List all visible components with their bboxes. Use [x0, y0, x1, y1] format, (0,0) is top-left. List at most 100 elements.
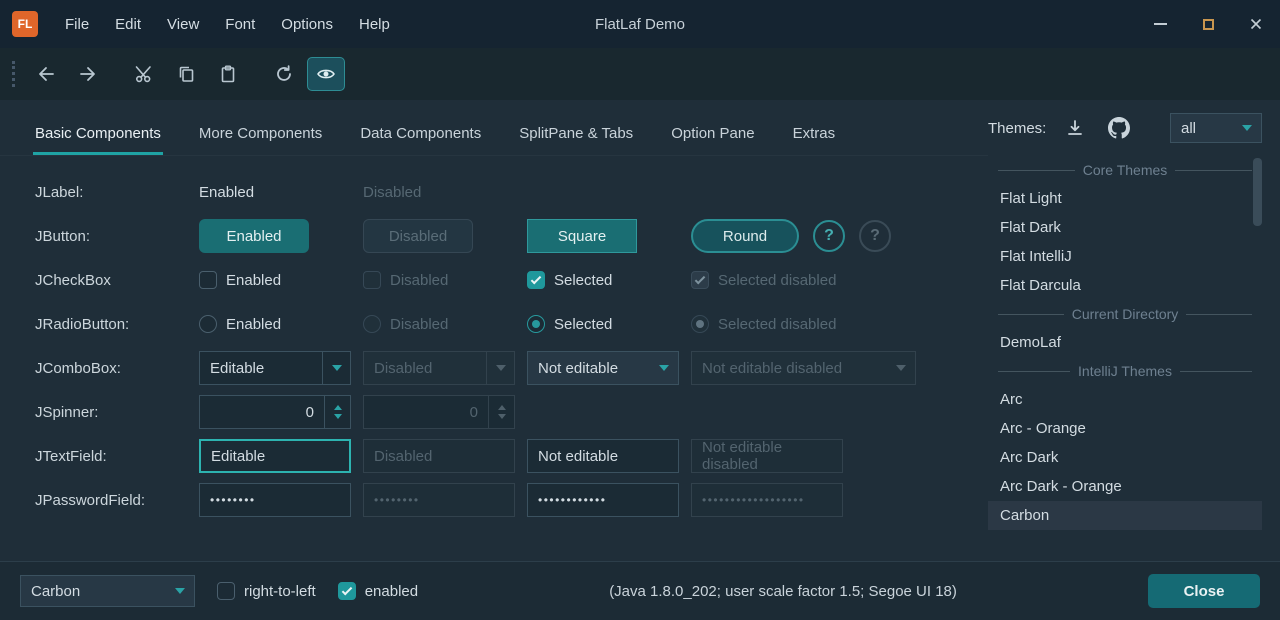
checkbox-icon	[199, 271, 217, 289]
minimize-button[interactable]	[1136, 0, 1184, 48]
combobox-value[interactable]: Editable	[200, 360, 322, 377]
cut-button[interactable]	[125, 57, 163, 91]
radio-selected[interactable]: Selected	[527, 315, 612, 333]
theme-item-arc[interactable]: Arc	[988, 385, 1262, 414]
tab-splitpane-tabs[interactable]: SplitPane & Tabs	[517, 111, 635, 155]
radio-selected-icon	[527, 315, 545, 333]
paste-button[interactable]	[209, 57, 247, 91]
jcheckbox-row-label: JCheckBox	[35, 272, 199, 289]
check-icon	[341, 584, 352, 595]
jbutton-round-button[interactable]: Round	[691, 219, 799, 253]
menu-options[interactable]: Options	[268, 0, 346, 48]
combobox-arrow-button[interactable]	[322, 352, 350, 384]
theme-item-flat-darcula[interactable]: Flat Darcula	[988, 271, 1262, 300]
combobox-arrow-button[interactable]	[1233, 114, 1261, 142]
chevron-down-icon	[175, 588, 185, 594]
jbutton-help-button[interactable]: ?	[813, 220, 845, 252]
app-window: FL File Edit View Font Options Help Flat…	[0, 0, 1280, 620]
spinner-disabled: 0	[363, 395, 515, 429]
jbutton-row-label: JButton:	[35, 228, 199, 245]
passwordfield-disabled: ••••••••	[363, 483, 515, 517]
row-jbutton: JButton: Enabled Disabled Square Round ?…	[35, 214, 988, 258]
tab-strip: Basic Components More Components Data Co…	[0, 100, 988, 156]
textfield-editable[interactable]: Editable	[199, 439, 351, 473]
github-button[interactable]	[1102, 113, 1136, 143]
back-button[interactable]	[27, 57, 65, 91]
themes-scrollbar[interactable]	[1253, 158, 1262, 226]
combobox-editable[interactable]: Editable	[199, 351, 351, 385]
tab-option-pane[interactable]: Option Pane	[669, 111, 756, 155]
theme-item-demolaf[interactable]: DemoLaf	[988, 328, 1262, 357]
theme-item-arc-orange[interactable]: Arc - Orange	[988, 414, 1262, 443]
combobox-arrow-button	[486, 352, 514, 384]
checkbox-selected[interactable]: Selected	[527, 271, 612, 289]
spinner-value[interactable]: 0	[200, 404, 324, 421]
themes-filter-combobox[interactable]: all	[1170, 113, 1262, 143]
jbutton-square-button[interactable]: Square	[527, 219, 637, 253]
rtl-checkbox[interactable]: right-to-left	[217, 582, 316, 600]
tab-more-components[interactable]: More Components	[197, 111, 324, 155]
chevron-down-icon	[1242, 125, 1252, 131]
themes-header: Themes: all	[988, 100, 1262, 156]
themes-group-label: Core Themes	[1083, 162, 1168, 178]
tab-extras[interactable]: Extras	[791, 111, 838, 155]
toolbar-grip[interactable]	[12, 61, 15, 87]
combobox-arrow-button[interactable]	[166, 576, 194, 606]
radio-icon	[199, 315, 217, 333]
combobox-arrow-button[interactable]	[650, 352, 678, 384]
jbutton-help-disabled-button: ?	[859, 220, 891, 252]
menu-font[interactable]: Font	[212, 0, 268, 48]
jlabel-row-label: JLabel:	[35, 184, 199, 201]
check-icon	[531, 273, 542, 284]
tab-basic-components[interactable]: Basic Components	[33, 111, 163, 155]
jradiobutton-row-label: JRadioButton:	[35, 316, 199, 333]
passwordfield-editable[interactable]: ••••••••	[199, 483, 351, 517]
app-logo: FL	[12, 11, 38, 37]
tab-data-components[interactable]: Data Components	[358, 111, 483, 155]
themes-group-label: Current Directory	[1072, 306, 1179, 322]
copy-button[interactable]	[167, 57, 205, 91]
themes-list: Core Themes Flat Light Flat Dark Flat In…	[988, 156, 1262, 561]
jlabel-disabled: Disabled	[363, 184, 421, 201]
radio-enabled[interactable]: Enabled	[199, 315, 281, 333]
menu-help[interactable]: Help	[346, 0, 403, 48]
row-jcheckbox: JCheckBox Enabled Disabled	[35, 258, 988, 302]
menu-view[interactable]: View	[154, 0, 212, 48]
close-button[interactable]: Close	[1148, 574, 1260, 608]
row-jcombobox: JComboBox: Editable Disabled	[35, 346, 988, 390]
spinner-enabled[interactable]: 0	[199, 395, 351, 429]
theme-combobox[interactable]: Carbon	[20, 575, 195, 607]
radio-icon	[363, 315, 381, 333]
download-themes-button[interactable]	[1058, 113, 1092, 143]
maximize-icon	[1203, 19, 1214, 30]
theme-item-flat-dark[interactable]: Flat Dark	[988, 213, 1262, 242]
theme-item-flat-intellij[interactable]: Flat IntelliJ	[988, 242, 1262, 271]
close-button-window[interactable]	[1232, 0, 1280, 48]
theme-item-arc-dark[interactable]: Arc Dark	[988, 443, 1262, 472]
radio-selected-disabled-icon	[691, 315, 709, 333]
passwordfield-not-editable-disabled: ••••••••••••••••••	[691, 483, 843, 517]
themes-group-separator: IntelliJ Themes	[988, 357, 1262, 385]
passwordfield-not-editable[interactable]: ••••••••••••	[527, 483, 679, 517]
eye-icon	[316, 64, 336, 84]
refresh-button[interactable]	[265, 57, 303, 91]
row-jradiobutton: JRadioButton: Enabled Disabled	[35, 302, 988, 346]
combobox-not-editable[interactable]: Not editable	[527, 351, 679, 385]
theme-item-carbon[interactable]: Carbon	[988, 501, 1262, 530]
checkbox-disabled-label: Disabled	[390, 272, 448, 289]
status-bar: Carbon right-to-left enabled (Java 1.8.0…	[0, 561, 1280, 620]
theme-item-flat-light[interactable]: Flat Light	[988, 184, 1262, 213]
textfield-not-editable[interactable]: Not editable	[527, 439, 679, 473]
menu-edit[interactable]: Edit	[102, 0, 154, 48]
forward-button[interactable]	[69, 57, 107, 91]
checkbox-enabled[interactable]: Enabled	[199, 271, 281, 289]
checkbox-disabled: Disabled	[363, 271, 448, 289]
enabled-checkbox[interactable]: enabled	[338, 582, 418, 600]
combobox-disabled: Disabled	[363, 351, 515, 385]
maximize-button[interactable]	[1184, 0, 1232, 48]
menu-file[interactable]: File	[52, 0, 102, 48]
jbutton-enabled-button[interactable]: Enabled	[199, 219, 309, 253]
spinner-buttons[interactable]	[324, 396, 350, 428]
show-hidden-toggle[interactable]	[307, 57, 345, 91]
theme-item-arc-dark-orange[interactable]: Arc Dark - Orange	[988, 472, 1262, 501]
